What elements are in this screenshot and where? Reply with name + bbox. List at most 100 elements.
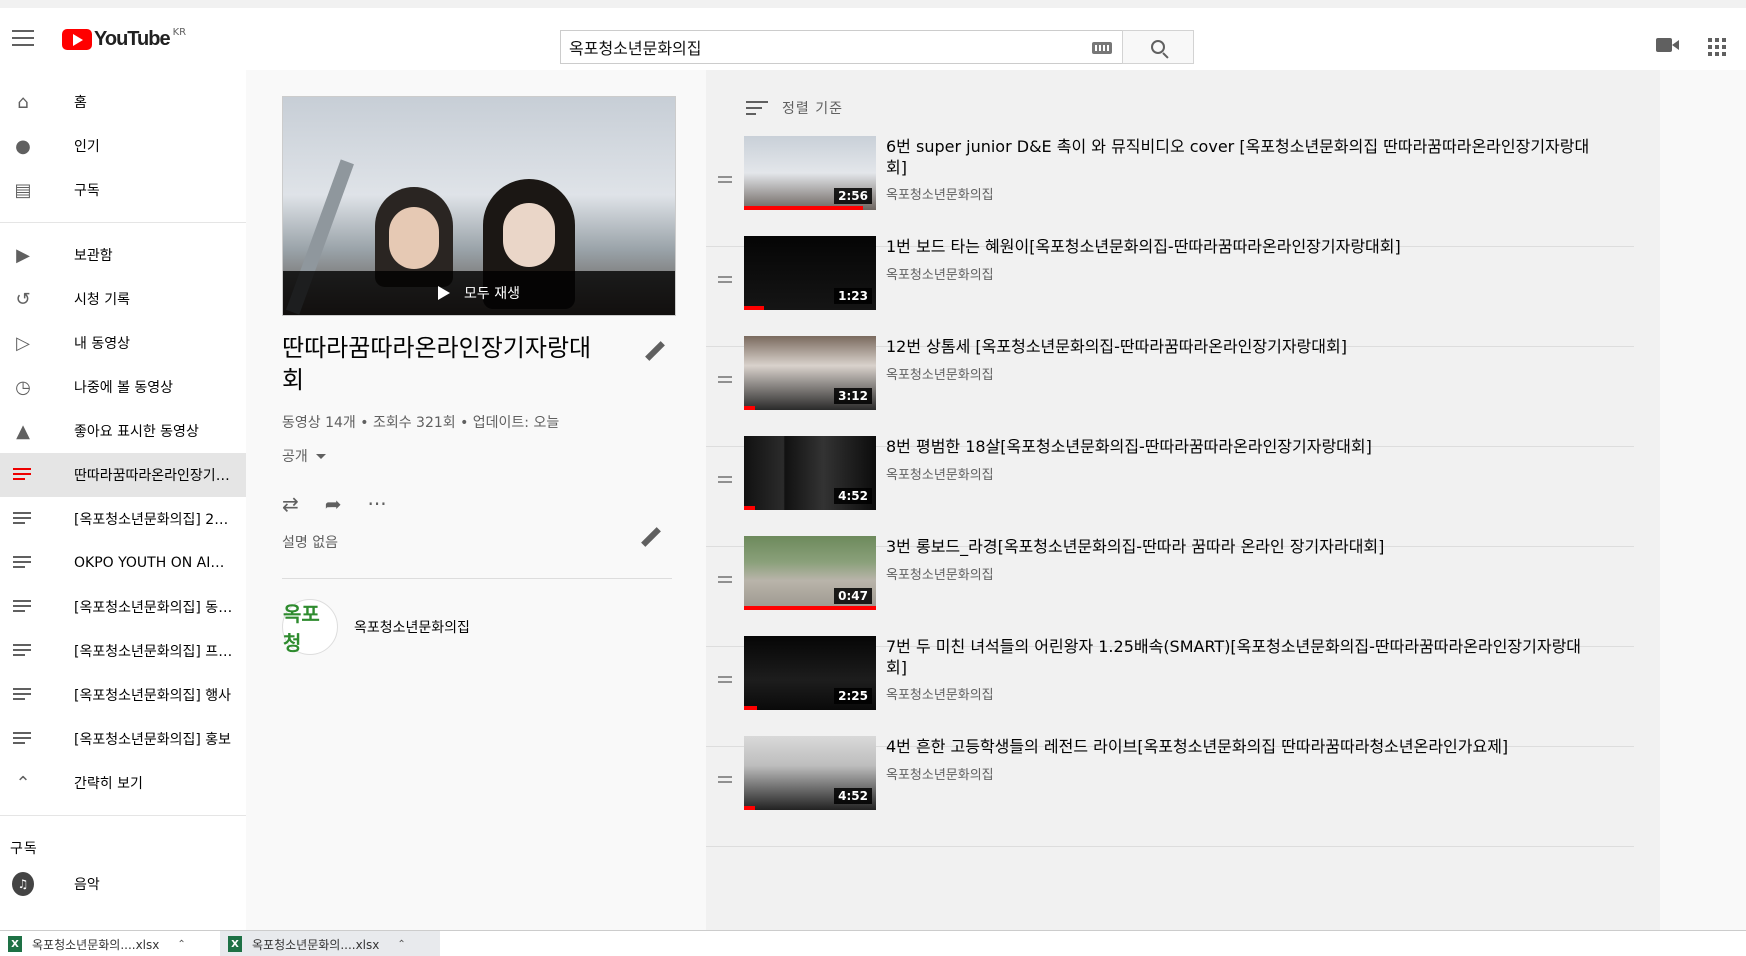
sidebar-item-playlist[interactable]: [옥포청소년문화의집] 동아리 [0,585,246,629]
description-row: 설명 없음 [282,532,672,579]
sidebar-item-trending[interactable]: ● 인기 [0,124,246,168]
share-icon[interactable]: ➦ [325,492,342,516]
edit-title-pencil-icon[interactable] [644,342,666,364]
my-videos-icon: ▷ [16,332,30,354]
playlist-video-list: 정렬 기준 2:56 6번 super junior D&E 촉이 와 뮤직비디오… [706,70,1660,930]
drag-handle-icon[interactable] [718,476,732,483]
chevron-up-icon[interactable]: ⌃ [397,939,405,950]
playlist-owner[interactable]: 옥포청 옥포청소년문화의집 [282,599,676,655]
playlist-icon [12,684,34,706]
sidebar-item-playlist[interactable]: [옥포청소년문화의집] 홍보 [0,717,246,761]
sidebar-item-subscriptions[interactable]: ▤ 구독 [0,168,246,212]
video-title[interactable]: 1번 보드 타는 혜원이[옥포청소년문화의집-딴따라꿈따라온라인장기자랑대회] [886,236,1596,257]
video-title[interactable]: 7번 두 미친 녀석들의 어린왕자 1.25배속(SMART)[옥포청소년문화의… [886,636,1596,678]
video-title[interactable]: 3번 롱보드_라경[옥포청소년문화의집-딴따라 꿈따라 온라인 장기자라대회] [886,536,1596,557]
video-channel[interactable]: 옥포청소년문화의집 [886,684,994,703]
playlist-video-row[interactable]: 2:25 7번 두 미친 녀석들의 어린왕자 1.25배속(SMART)[옥포청소… [706,636,1634,747]
sidebar-item-history[interactable]: ↺ 시청 기록 [0,277,246,321]
guide-menu-icon[interactable] [12,30,34,48]
sort-label: 정렬 기준 [782,101,843,117]
search-input[interactable]: 옥포청소년문화의집 [560,30,1122,64]
sidebar-item-playlist[interactable]: [옥포청소년문화의집] 행사 [0,673,246,717]
owner-name[interactable]: 옥포청소년문화의집 [354,617,470,637]
chevron-up-icon: ⌃ [15,772,31,794]
sidebar-item-liked-videos[interactable]: ▲ 좋아요 표시한 동영상 [0,409,246,453]
video-duration: 0:47 [834,588,872,604]
playlist-video-row[interactable]: 3:12 12번 상톰세 [옥포청소년문화의집-딴따라꿈따라온라인장기자랑대회] 옥… [706,336,1634,447]
sidebar-item-library[interactable]: ▶ 보관함 [0,233,246,277]
keyboard-icon[interactable] [1092,42,1112,54]
video-channel[interactable]: 옥포청소년문화의집 [886,764,994,783]
drag-handle-icon[interactable] [718,376,732,383]
video-channel[interactable]: 옥포청소년문화의집 [886,564,994,583]
sidebar-item-music[interactable]: ♫ 음악 [0,862,246,906]
sidebar-item-label: 음악 [74,877,100,893]
search-form: 옥포청소년문화의집 [560,30,1194,64]
video-title[interactable]: 4번 흔한 고등학생들의 레전드 라이브[옥포청소년문화의집 딴따라꿈따라청소년… [886,736,1596,757]
video-thumbnail[interactable]: 4:52 [744,436,876,510]
sidebar-item-watch-later[interactable]: ◷ 나중에 볼 동영상 [0,365,246,409]
sidebar-item-label: 구독 [74,183,100,199]
playlist-video-row[interactable]: 4:52 8번 평범한 18살[옥포청소년문화의집-딴따라꿈따라온라인장기자랑대회… [706,436,1634,547]
sort-button[interactable]: 정렬 기준 [746,98,843,118]
playlist-thumbnail[interactable]: 모두 재생 [282,96,676,316]
playlist-video-row[interactable]: 4:52 4번 흔한 고등학생들의 레전드 라이브[옥포청소년문화의집 딴따라꿈따… [706,736,1634,847]
chevron-up-icon[interactable]: ⌃ [177,939,185,950]
playlist-video-row[interactable]: 2:56 6번 super junior D&E 촉이 와 뮤직비디오 cover… [706,136,1634,247]
trending-icon: ● [15,135,31,157]
playlist-video-row[interactable]: 1:23 1번 보드 타는 혜원이[옥포청소년문화의집-딴따라꿈따라온라인장기자랑… [706,236,1634,347]
video-thumbnail[interactable]: 4:52 [744,736,876,810]
library-icon: ▶ [16,244,30,266]
sidebar-collapse-button[interactable]: ⌃ 간략히 보기 [0,761,246,805]
more-actions-icon[interactable]: ··· [368,492,387,516]
privacy-dropdown[interactable]: 공개 [282,446,676,466]
download-item[interactable]: X 옥포청소년문화의....xlsx ⌃ [220,931,440,956]
apps-grid-icon[interactable] [1708,38,1726,56]
drag-handle-icon[interactable] [718,276,732,283]
sidebar-item-home[interactable]: ⌂ 홈 [0,80,246,124]
video-thumbnail[interactable]: 0:47 [744,536,876,610]
create-video-icon[interactable] [1656,38,1679,52]
sidebar-item-my-videos[interactable]: ▷ 내 동영상 [0,321,246,365]
shuffle-icon[interactable]: ⇄ [282,492,299,516]
playlist-info: 모두 재생 딴따라꿈따라온라인장기자랑대회 동영상 14개 • 조회수 321회… [282,96,676,655]
video-thumbnail[interactable]: 2:25 [744,636,876,710]
video-channel[interactable]: 옥포청소년문화의집 [886,464,994,483]
youtube-play-icon [62,29,92,50]
video-title[interactable]: 12번 상톰세 [옥포청소년문화의집-딴따라꿈따라온라인장기자랑대회] [886,336,1596,357]
video-title[interactable]: 6번 super junior D&E 촉이 와 뮤직비디오 cover [옥포… [886,136,1596,178]
sidebar-item-label: [옥포청소년문화의집] 프로그램 [74,644,234,660]
sidebar-item-label: 나중에 볼 동영상 [74,380,174,396]
video-thumbnail[interactable]: 1:23 [744,236,876,310]
play-all-button[interactable]: 모두 재생 [283,271,675,315]
video-thumbnail[interactable]: 2:56 [744,136,876,210]
download-item[interactable]: X 옥포청소년문화의....xlsx ⌃ [0,931,220,956]
sidebar-item-playlist[interactable]: [옥포청소년문화의집] 프로그램 [0,629,246,673]
history-icon: ↺ [15,288,31,310]
title-row: 딴따라꿈따라온라인장기자랑대회 [282,332,676,396]
sidebar-item-playlist[interactable]: OKPO YOUTH ON AIR 2020 [0,541,246,585]
drag-handle-icon[interactable] [718,676,732,683]
video-channel[interactable]: 옥포청소년문화의집 [886,264,994,283]
youtube-logo[interactable]: YouTube KR [62,27,186,51]
search-button[interactable] [1122,30,1194,64]
video-channel[interactable]: 옥포청소년문화의집 [886,184,994,203]
drag-handle-icon[interactable] [718,776,732,783]
sidebar-item-label: 간략히 보기 [74,776,143,792]
excel-file-icon: X [8,936,22,952]
drag-handle-icon[interactable] [718,176,732,183]
playlist-video-row[interactable]: 0:47 3번 롱보드_라경[옥포청소년문화의집-딴따라 꿈따라 온라인 장기자라… [706,536,1634,647]
video-thumbnail[interactable]: 3:12 [744,336,876,410]
video-title[interactable]: 8번 평범한 18살[옥포청소년문화의집-딴따라꿈따라온라인장기자랑대회] [886,436,1596,457]
drag-handle-icon[interactable] [718,576,732,583]
video-channel[interactable]: 옥포청소년문화의집 [886,364,994,383]
sidebar-item-label: [옥포청소년문화의집] 행사 [74,688,232,704]
watch-progress-bar [744,206,863,210]
video-duration: 4:52 [834,788,872,804]
sidebar-item-playlist-current[interactable]: 딴따라꿈따라온라인장기자랑대회 [0,453,246,497]
edit-description-pencil-icon[interactable] [640,528,662,550]
avatar[interactable]: 옥포청 [282,599,338,655]
sidebar-item-label: OKPO YOUTH ON AIR 2020 [74,555,234,571]
sidebar-item-label: 홈 [74,95,87,111]
sidebar-item-playlist[interactable]: [옥포청소년문화의집] 2020 [0,497,246,541]
